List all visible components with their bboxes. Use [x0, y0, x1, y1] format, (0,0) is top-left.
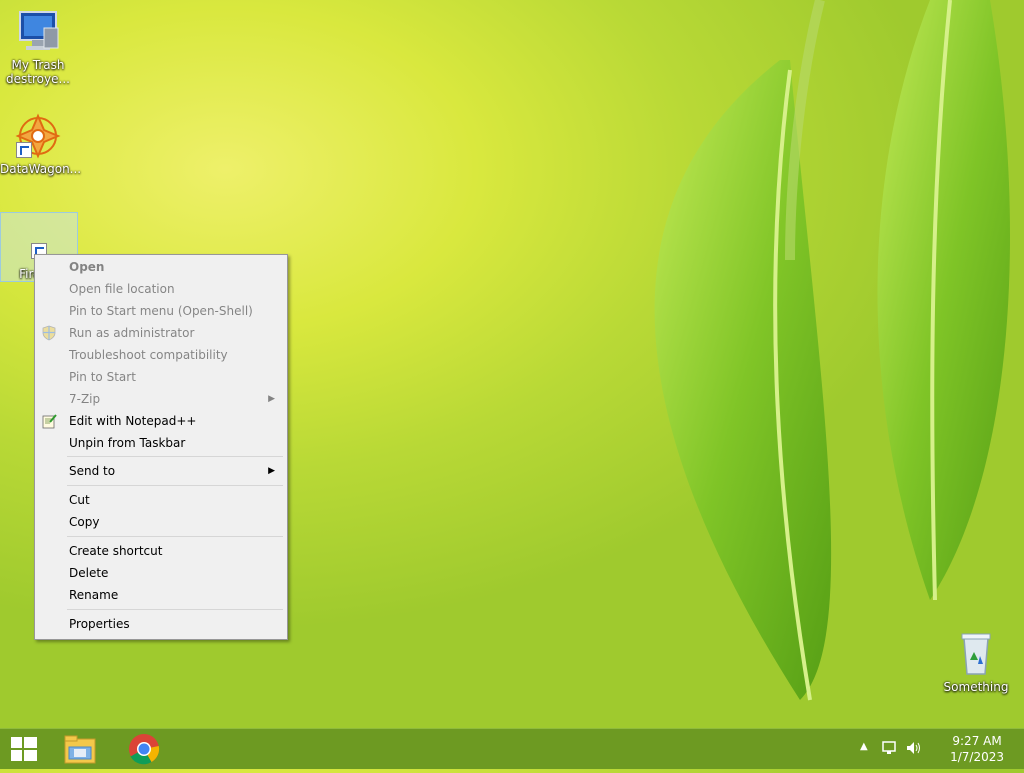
datawagon-icon	[14, 112, 62, 160]
file-explorer-icon	[64, 735, 96, 764]
menu-item-label: Pin to Start menu (Open-Shell)	[69, 304, 253, 318]
menu-item-create-shortcut[interactable]: Create shortcut	[35, 540, 285, 562]
menu-item-pin-to-start[interactable]: Pin to Start	[35, 366, 285, 388]
clock[interactable]: 9:27 AM 1/7/2023	[950, 733, 1004, 765]
menu-item-run-as-administrator[interactable]: Run as administrator	[35, 322, 285, 344]
computer-icon	[14, 8, 62, 56]
menu-item-send-to[interactable]: Send to ▶	[35, 460, 285, 482]
volume-icon[interactable]	[904, 739, 922, 761]
menu-item-label: Unpin from Taskbar	[69, 436, 186, 450]
menu-item-7-zip[interactable]: 7-Zip ▶	[35, 388, 285, 410]
menu-item-pin-to-start-open-shell[interactable]: Pin to Start menu (Open-Shell)	[35, 300, 285, 322]
menu-item-label: Send to	[69, 464, 116, 478]
shortcut-arrow-icon	[16, 142, 32, 158]
menu-item-cut[interactable]: Cut	[35, 489, 285, 511]
menu-item-label: Create shortcut	[69, 544, 163, 558]
menu-separator	[67, 485, 283, 486]
context-menu: Open Open file location Pin to Start men…	[34, 254, 288, 640]
clock-date: 1/7/2023	[950, 750, 1004, 764]
chrome-icon	[129, 734, 160, 765]
network-icon[interactable]	[880, 739, 898, 761]
windows-logo-icon	[11, 737, 37, 761]
menu-item-open-file-location[interactable]: Open file location	[35, 278, 285, 300]
menu-item-label: 7-Zip	[69, 392, 101, 406]
menu-item-label: Pin to Start	[69, 370, 136, 384]
submenu-arrow-icon: ▶	[268, 466, 275, 476]
menu-separator	[67, 456, 283, 457]
menu-item-label: Edit with Notepad++	[69, 414, 197, 428]
uac-shield-icon	[41, 325, 57, 341]
start-button[interactable]	[0, 729, 48, 769]
desktop-icon-datawagon[interactable]: DataWagon...	[0, 112, 82, 176]
menu-item-unpin-from-taskbar[interactable]: Unpin from Taskbar	[35, 432, 285, 454]
recycle-bin-icon	[952, 630, 1000, 678]
menu-item-label: Copy	[69, 515, 100, 529]
menu-item-label: Run as administrator	[69, 326, 195, 340]
menu-separator	[67, 536, 283, 537]
menu-item-label: Open	[69, 260, 105, 274]
show-hidden-icons[interactable]: ▲	[860, 741, 868, 752]
menu-item-label: Troubleshoot compatibility	[69, 348, 228, 362]
menu-item-open[interactable]: Open	[35, 256, 285, 278]
menu-item-edit-with-notepadpp[interactable]: Edit with Notepad++	[35, 410, 285, 432]
menu-item-label: Rename	[69, 588, 119, 602]
menu-item-rename[interactable]: Rename	[35, 584, 285, 606]
desktop-icon-recycle-bin[interactable]: Something	[936, 630, 1016, 694]
system-tray: ▲ 9:27 AM 1/7/2023	[854, 729, 1024, 769]
menu-item-properties[interactable]: Properties	[35, 613, 285, 635]
clock-time: 9:27 AM	[952, 734, 1002, 748]
menu-item-label: Properties	[69, 617, 130, 631]
menu-item-label: Open file location	[69, 282, 175, 296]
desktop-icon-label: Something	[943, 680, 1009, 694]
menu-item-label: Delete	[69, 566, 109, 580]
menu-item-delete[interactable]: Delete	[35, 562, 285, 584]
submenu-arrow-icon: ▶	[268, 394, 275, 404]
desktop-icon-my-trash[interactable]: My Trash destroye...	[0, 8, 76, 86]
menu-item-copy[interactable]: Copy	[35, 511, 285, 533]
file-explorer-button[interactable]	[56, 729, 104, 769]
desktop-icon-label: My Trash destroye...	[6, 58, 70, 86]
chrome-button[interactable]	[120, 729, 168, 769]
notepadpp-icon	[41, 413, 57, 429]
menu-separator	[67, 609, 283, 610]
menu-item-troubleshoot-compatibility[interactable]: Troubleshoot compatibility	[35, 344, 285, 366]
menu-item-label: Cut	[69, 493, 90, 507]
desktop-icon-label: DataWagon...	[0, 162, 82, 176]
taskbar: ▲ 9:27 AM 1/7/2023	[0, 728, 1024, 769]
